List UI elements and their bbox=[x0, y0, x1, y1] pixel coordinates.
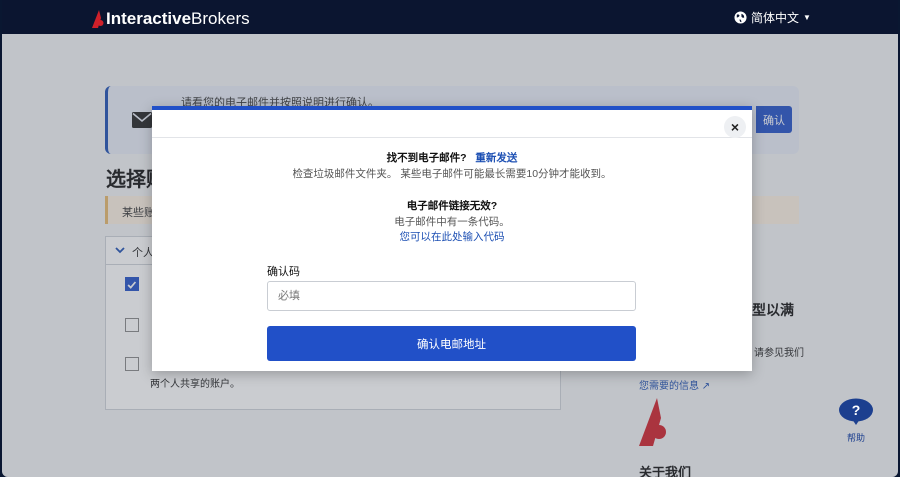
help-bubble-icon: ? bbox=[839, 398, 873, 425]
help-widget[interactable]: ? 帮助 bbox=[838, 398, 874, 444]
app-frame: Interactive Brokers 简体中文 ▼ 请看您的电子邮件并按照说明进… bbox=[2, 0, 898, 477]
not-found-row: 找不到电子邮件? 重新发送 bbox=[152, 150, 752, 165]
confirmation-code-input[interactable] bbox=[267, 281, 636, 311]
top-nav: Interactive Brokers 简体中文 ▼ bbox=[2, 0, 898, 34]
resend-link[interactable]: 重新发送 bbox=[475, 152, 517, 164]
language-selector[interactable]: 简体中文 ▼ bbox=[734, 9, 811, 26]
help-label: 帮助 bbox=[846, 433, 865, 443]
brand-logo[interactable]: Interactive Brokers bbox=[92, 9, 250, 29]
code-field-label: 确认码 bbox=[267, 266, 300, 278]
brand-name-regular: Brokers bbox=[191, 9, 250, 28]
enter-code-link[interactable]: 您可以在此处输入代码 bbox=[152, 229, 752, 244]
invalid-link-question: 电子邮件链接无效? bbox=[406, 200, 498, 212]
spam-hint: 检查垃圾邮件文件夹。 某些电子邮件可能最长需要10分钟才能收到。 bbox=[292, 168, 612, 180]
close-icon: × bbox=[730, 119, 740, 135]
brand-name-bold: Interactive bbox=[106, 9, 192, 28]
close-button[interactable]: × bbox=[724, 116, 746, 138]
globe-icon bbox=[734, 11, 747, 24]
ib-logo-icon bbox=[92, 10, 104, 28]
not-found-question: 找不到电子邮件? bbox=[386, 152, 467, 164]
modal-header: × bbox=[152, 110, 752, 138]
help-question-mark: ? bbox=[852, 402, 861, 418]
language-label: 简体中文 bbox=[751, 11, 800, 25]
caret-down-icon: ▼ bbox=[803, 13, 811, 22]
email-help-modal: × 找不到电子邮件? 重新发送 检查垃圾邮件文件夹。 某些电子邮件可能最长需要1… bbox=[152, 106, 752, 371]
confirm-email-button[interactable]: 确认电邮地址 bbox=[267, 326, 636, 361]
code-hint: 电子邮件中有一条代码。 bbox=[394, 216, 510, 228]
